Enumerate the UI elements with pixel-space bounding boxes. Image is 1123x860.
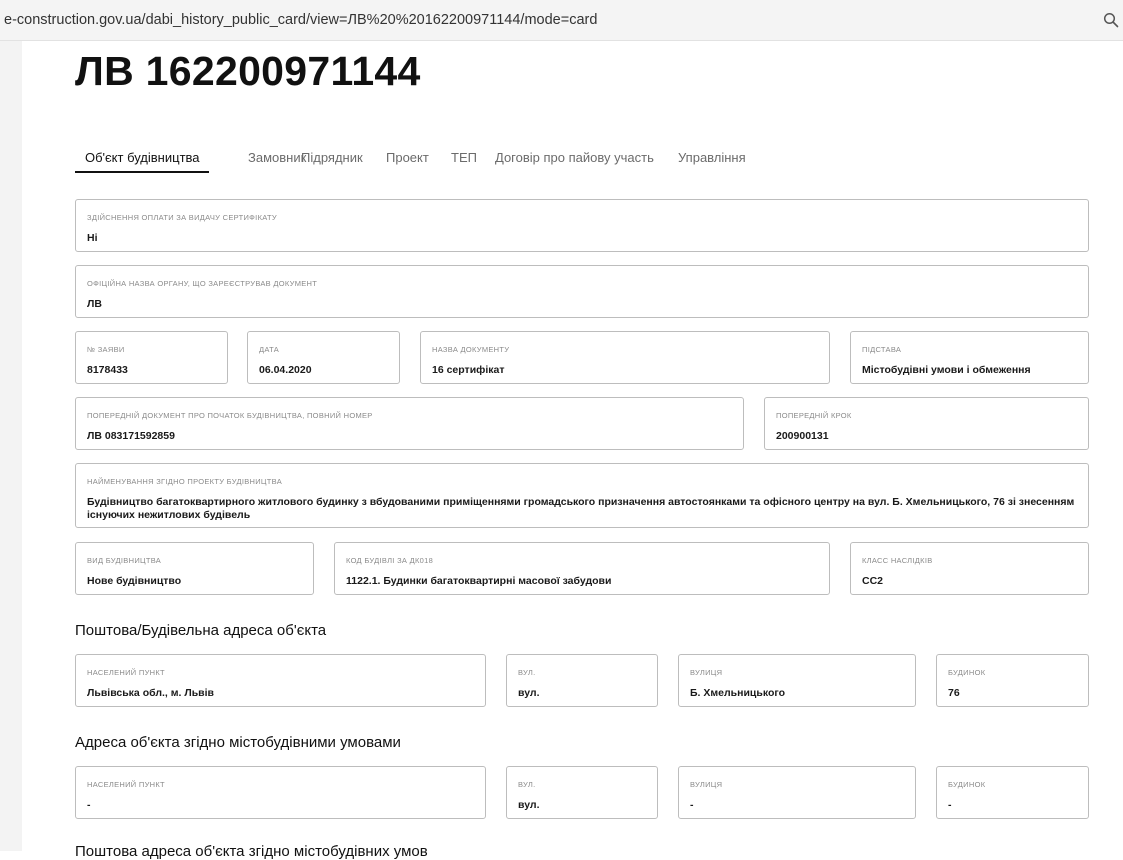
postal-street-type-field: Вул. вул. [506,654,658,707]
left-gutter [0,41,22,851]
urban-building-label: Будинок [948,780,986,789]
postal-settlement-label: Населений пункт [87,668,165,677]
authority-field: Офіційна назва органу, що зареєстрував д… [75,265,1089,318]
search-icon[interactable] [1103,12,1119,28]
next-section-heading-partial: Поштова адреса об'єкта згідно містобудів… [75,843,428,860]
urban-address-heading: Адреса об'єкта згідно містобудівними умо… [75,734,401,751]
basis-field: Підстава Містобудівні умови і обмеження [850,331,1089,384]
date-field: Дата 06.04.2020 [247,331,400,384]
date-label: Дата [259,345,280,354]
urban-building-value: - [948,799,952,811]
urban-settlement-field: Населений пункт - [75,766,486,819]
postal-street-type-value: вул. [518,687,540,699]
browser-url-bar[interactable]: e-construction.gov.ua/dabi_history_publi… [0,0,1123,41]
building-code-value: 1122.1. Будинки багатоквартирні масової … [346,575,612,587]
urban-building-field: Будинок - [936,766,1089,819]
consequence-class-label: Класс наслідків [862,556,933,565]
tab-customer[interactable]: Замовник [248,150,306,165]
urban-street-label: Вулиця [690,780,723,789]
consequence-class-value: СС2 [862,575,884,587]
postal-street-label: Вулиця [690,668,723,677]
postal-settlement-field: Населений пункт Львівська обл., м. Львів [75,654,486,707]
application-number-label: № заяви [87,345,125,354]
tab-share-agreement[interactable]: Договір про пайову участь [495,150,654,165]
urban-street-type-label: Вул. [518,780,536,789]
payment-label: Здійснення оплати за видачу сертифікату [87,213,277,222]
urban-settlement-value: - [87,799,91,811]
previous-step-field: Попередній крок 200900131 [764,397,1089,450]
consequence-class-field: Класс наслідків СС2 [850,542,1089,595]
application-number-field: № заяви 8178433 [75,331,228,384]
application-number-value: 8178433 [87,364,128,376]
previous-step-label: Попередній крок [776,411,852,420]
tab-project[interactable]: Проект [386,150,429,165]
project-name-value: Будівництво багатоквартирного житлового … [87,496,1075,521]
tab-management[interactable]: Управління [678,150,746,165]
previous-document-value: ЛВ 083171592859 [87,430,175,442]
active-tab-underline [75,171,209,173]
construction-type-field: Вид будівництва Нове будівництво [75,542,314,595]
authority-label: Офіційна назва органу, що зареєстрував д… [87,279,318,288]
postal-settlement-value: Львівська обл., м. Львів [87,687,215,699]
previous-step-value: 200900131 [776,430,829,442]
tab-object[interactable]: Об'єкт будівництва [85,150,200,165]
project-name-label: Найменування згідно проекту будівництва [87,477,283,486]
postal-building-value: 76 [948,687,960,699]
urban-street-type-value: вул. [518,799,540,811]
previous-document-label: Попередній документ про початок будівниц… [87,411,373,420]
postal-street-value: Б. Хмельницького [690,687,786,699]
postal-building-field: Будинок 76 [936,654,1089,707]
postal-street-field: Вулиця Б. Хмельницького [678,654,916,707]
construction-type-value: Нове будівництво [87,575,182,587]
tab-contractor[interactable]: Підрядник [301,150,363,165]
page-title: ЛВ 162200971144 [75,48,421,94]
urban-settlement-label: Населений пункт [87,780,165,789]
urban-street-type-field: Вул. вул. [506,766,658,819]
postal-building-label: Будинок [948,668,986,677]
basis-label: Підстава [862,345,902,354]
project-name-field: Найменування згідно проекту будівництва … [75,463,1089,528]
url-text[interactable]: e-construction.gov.ua/dabi_history_publi… [4,12,597,28]
payment-value: Ні [87,232,98,244]
tab-tep[interactable]: ТЕП [451,150,477,165]
document-name-value: 16 сертифікат [432,364,505,376]
building-code-field: Код будівлі за ДК018 1122.1. Будинки баг… [334,542,830,595]
date-value: 06.04.2020 [259,364,312,376]
postal-address-heading: Поштова/Будівельна адреса об'єкта [75,622,327,639]
urban-street-field: Вулиця - [678,766,916,819]
urban-street-value: - [690,799,694,811]
basis-value: Містобудівні умови і обмеження [862,364,1031,376]
document-name-label: Назва документу [432,345,510,354]
payment-field: Здійснення оплати за видачу сертифікату … [75,199,1089,252]
previous-document-field: Попередній документ про початок будівниц… [75,397,744,450]
authority-value: ЛВ [87,298,102,310]
postal-street-type-label: Вул. [518,668,536,677]
building-code-label: Код будівлі за ДК018 [346,556,434,565]
construction-type-label: Вид будівництва [87,556,162,565]
document-name-field: Назва документу 16 сертифікат [420,331,830,384]
